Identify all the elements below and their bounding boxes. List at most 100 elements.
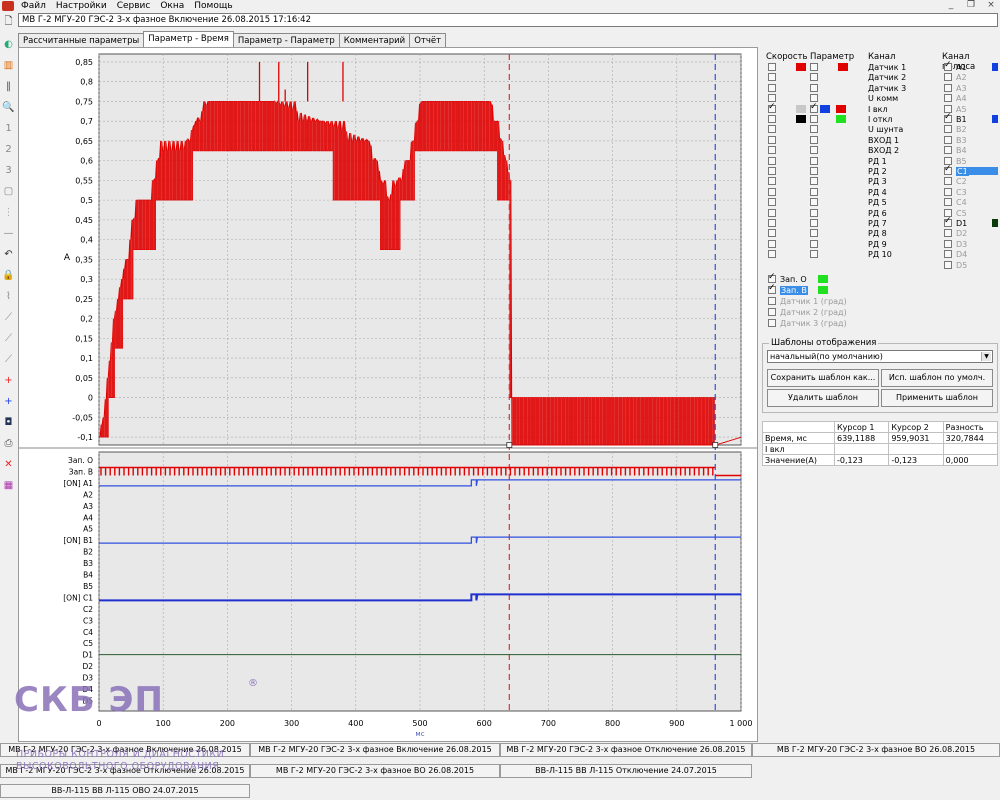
template-select[interactable]: начальный(по умолчанию) ▼	[767, 350, 993, 363]
record-tab[interactable]: МВ Г-2 МГУ-20 ГЭС-2 3-х фазное Включение…	[250, 743, 500, 757]
speed-checkbox[interactable]	[768, 208, 776, 217]
param-checkbox[interactable]	[810, 177, 818, 186]
tab-calculated[interactable]: Рассчитанные параметры	[18, 33, 145, 47]
param-checkbox[interactable]	[810, 83, 818, 92]
param-checkbox[interactable]	[810, 198, 818, 207]
param-checkbox[interactable]	[810, 63, 818, 71]
color-swatch[interactable]	[796, 115, 806, 123]
menu-settings[interactable]: Настройки	[51, 0, 112, 12]
speed-checkbox[interactable]	[768, 63, 776, 71]
speed-checkbox[interactable]	[768, 115, 776, 123]
chart-icon[interactable]: ▥	[2, 60, 15, 71]
pause-icon[interactable]: ⋮	[2, 207, 15, 218]
speed-checkbox[interactable]	[768, 146, 776, 155]
speed-checkbox[interactable]	[768, 250, 776, 259]
record-checkbox[interactable]	[768, 297, 776, 305]
speed-checkbox[interactable]	[768, 102, 776, 113]
color-swatch[interactable]	[836, 115, 846, 123]
menu-file[interactable]: Файл	[16, 0, 51, 12]
speed-checkbox[interactable]	[768, 198, 776, 207]
pole-color-swatch[interactable]	[992, 115, 998, 123]
pole-checkbox[interactable]	[944, 112, 952, 123]
pole-checkbox[interactable]	[944, 94, 952, 103]
record-tab[interactable]: МВ Г-2 МГУ-20 ГЭС-2 3-х фазное ВО 26.08.…	[250, 764, 500, 778]
speed-checkbox[interactable]	[768, 187, 776, 196]
record-checkbox[interactable]	[768, 283, 776, 294]
cursor1-icon[interactable]: 1	[2, 123, 15, 134]
pole-checkbox[interactable]	[944, 60, 952, 71]
record-checkbox[interactable]	[768, 272, 776, 283]
color-swatch[interactable]	[838, 63, 848, 71]
chart-area[interactable]: 0,85 0,8 0,75 0,7 0,65 0,6 0,55 0,5 0,45 0,4 0,35 0…	[18, 47, 758, 742]
param-checkbox[interactable]	[810, 115, 818, 123]
lock-icon[interactable]: 🔒	[2, 270, 15, 281]
app-icon[interactable]	[2, 1, 14, 11]
apply-template-button[interactable]: Применить шаблон	[881, 389, 993, 407]
param-checkbox[interactable]	[810, 167, 818, 175]
param-checkbox[interactable]	[810, 187, 818, 196]
pole-checkbox[interactable]	[944, 73, 952, 82]
cursor3-icon[interactable]: 3	[2, 165, 15, 176]
save-template-button[interactable]: Сохранить шаблон как...	[767, 369, 879, 387]
record-color-swatch[interactable]	[818, 275, 828, 283]
param-checkbox[interactable]	[810, 102, 818, 113]
tab-param-param[interactable]: Параметр - Параметр	[232, 33, 340, 47]
param-checkbox[interactable]	[810, 208, 818, 217]
pole-checkbox[interactable]	[944, 239, 952, 248]
param-checkbox[interactable]	[810, 219, 818, 227]
param-checkbox[interactable]	[810, 73, 818, 82]
pole-checkbox[interactable]	[944, 177, 952, 186]
line-icon[interactable]: —	[2, 228, 15, 239]
record-tab[interactable]: ВВ-Л-115 ВВ Л-115 Отключение 24.07.2015	[500, 764, 752, 778]
chart-svg[interactable]: 0,850,80,750,70,650,60,550,50,450,40,350…	[19, 48, 757, 741]
menu-service[interactable]: Сервис	[112, 0, 156, 12]
record-tab[interactable]: МВ Г-2 МГУ-20 ГЭС-2 3-х фазное ВО 26.08.…	[752, 743, 1000, 757]
default-template-button[interactable]: Исп. шаблон по умолч.	[881, 369, 993, 387]
record-tab[interactable]: ВВ-Л-115 ВВ Л-115 ОВО 24.07.2015	[0, 784, 250, 798]
restore-icon[interactable]: ❐	[964, 0, 978, 10]
pole-checkbox[interactable]	[944, 216, 952, 227]
param-checkbox[interactable]	[810, 250, 818, 259]
new-file-icon[interactable]: 🗋	[2, 16, 15, 29]
cursor2-icon[interactable]: 2	[2, 144, 15, 155]
color-swatch[interactable]	[796, 63, 806, 71]
chevron-down-icon[interactable]: ▼	[981, 352, 991, 361]
record-checkbox[interactable]	[768, 319, 776, 327]
param-checkbox[interactable]	[810, 156, 818, 165]
zoom-icon[interactable]: 🔍	[2, 102, 15, 113]
record-tab[interactable]: МВ Г-2 МГУ-20 ГЭС-2 3-х фазное Отключени…	[500, 743, 752, 757]
speed-checkbox[interactable]	[768, 219, 776, 227]
pole-checkbox[interactable]	[944, 83, 952, 92]
speed-checkbox[interactable]	[768, 83, 776, 92]
pole-checkbox[interactable]	[944, 229, 952, 238]
param-checkbox[interactable]	[810, 229, 818, 238]
pole-checkbox[interactable]	[944, 198, 952, 207]
plus-red-icon[interactable]: +	[2, 375, 15, 386]
delete-icon[interactable]: ✕	[2, 459, 15, 470]
point-icon[interactable]: ◘	[2, 417, 15, 428]
speed-checkbox[interactable]	[768, 135, 776, 144]
color-swatch[interactable]	[796, 104, 806, 113]
delete-template-button[interactable]: Удалить шаблон	[767, 389, 879, 407]
frame-icon[interactable]: ▢	[2, 186, 15, 197]
color-swatch[interactable]	[820, 104, 830, 113]
graph1-icon[interactable]: ⟋	[2, 312, 15, 323]
pole-checkbox[interactable]	[944, 187, 952, 196]
pole-checkbox[interactable]	[944, 250, 952, 259]
record-color-swatch[interactable]	[818, 286, 828, 294]
tab-comment[interactable]: Комментарий	[338, 33, 411, 47]
speed-checkbox[interactable]	[768, 125, 776, 134]
undo-icon[interactable]: ↶	[2, 249, 15, 260]
speed-checkbox[interactable]	[768, 167, 776, 175]
param-checkbox[interactable]	[810, 239, 818, 248]
pole-checkbox[interactable]	[944, 125, 952, 134]
speed-checkbox[interactable]	[768, 73, 776, 82]
graph2-icon[interactable]: ⟋	[2, 333, 15, 344]
minimize-icon[interactable]: _	[944, 0, 958, 10]
pole-checkbox[interactable]	[944, 260, 952, 269]
open-icon[interactable]: ◐	[2, 39, 15, 50]
tab-param-time[interactable]: Параметр - Время	[143, 31, 234, 47]
pole-color-swatch[interactable]	[992, 167, 998, 175]
export-icon[interactable]: ▦	[2, 480, 15, 491]
color-swatch[interactable]	[836, 104, 846, 113]
